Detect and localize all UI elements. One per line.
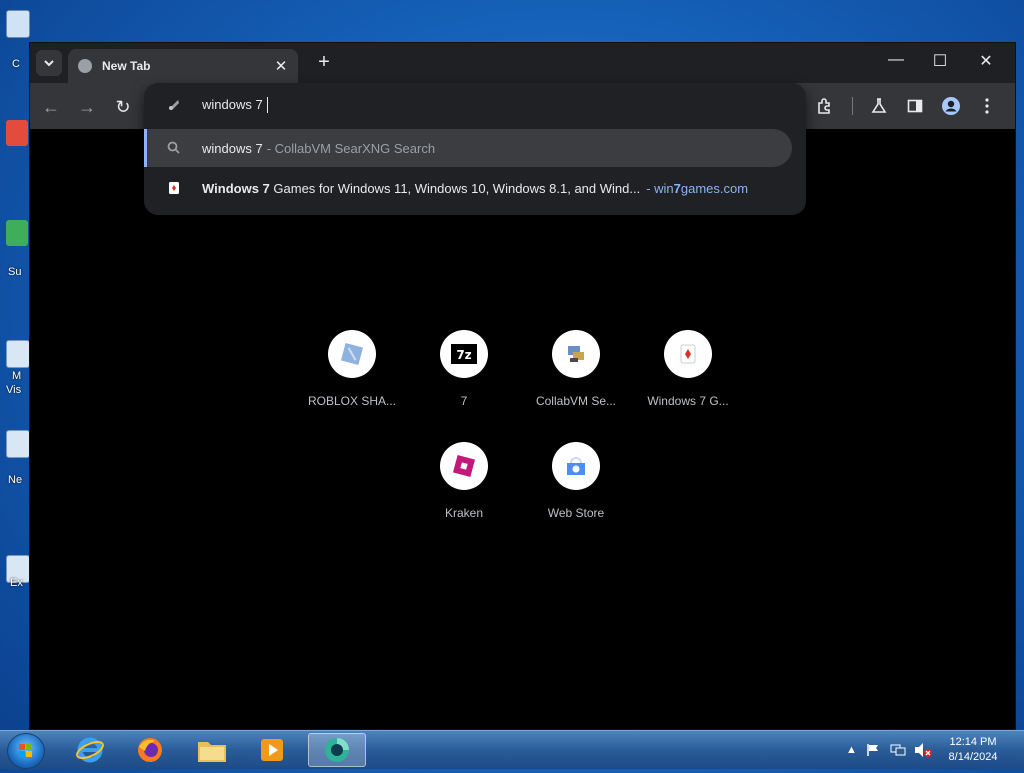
menu-button[interactable] [976, 95, 998, 117]
extensions-button[interactable] [814, 95, 836, 117]
taskbar-chromium[interactable] [308, 733, 366, 767]
tab-search-button[interactable] [36, 50, 62, 76]
shortcut-icon-circle [552, 330, 600, 378]
taskbar-explorer[interactable] [186, 733, 238, 767]
shortcut-collabvm[interactable]: CollabVM Se... [520, 330, 632, 408]
network-icon-glyph [890, 744, 906, 756]
shortcut-kraken[interactable]: Kraken [408, 442, 520, 520]
desktop-icon-computer[interactable]: C [6, 10, 32, 70]
omnibox-dropdown: windows 7 windows 7 - CollabVM SearXNG S… [144, 83, 806, 215]
omnibox-input[interactable]: windows 7 [202, 97, 268, 114]
start-button[interactable] [7, 733, 45, 769]
computer-icon [6, 10, 30, 38]
shortcut-icon-circle: 7z [440, 330, 488, 378]
shortcut-windows7-games[interactable]: Windows 7 G... [632, 330, 744, 408]
clock-time: 12:14 PM [949, 736, 997, 748]
cards-icon [169, 182, 179, 194]
profile-button[interactable] [940, 95, 962, 117]
folder-icon [198, 742, 226, 762]
collabvm-icon [568, 346, 584, 362]
shortcut-icon-circle [664, 330, 712, 378]
search-engine-icon [169, 100, 179, 110]
omnibox-input-row[interactable]: windows 7 [144, 83, 806, 127]
suggestion-title: Games for Windows 11, Windows 10, Window… [273, 180, 641, 196]
title-bar: New Tab ✕ + — ☐ ✕ [30, 43, 1015, 83]
app-icon [6, 340, 30, 368]
tab-new-tab[interactable]: New Tab ✕ [68, 49, 298, 83]
puzzle-icon [818, 98, 830, 114]
roblox-studio-icon [340, 342, 364, 366]
cards-icon [680, 344, 696, 364]
back-button[interactable]: ← [40, 96, 62, 118]
shortcut-icon-circle [552, 442, 600, 490]
reload-button[interactable]: ↻ [112, 96, 134, 118]
search-icon [167, 141, 180, 154]
shortcut-icon-circle [328, 330, 376, 378]
taskbar-internet-explorer[interactable] [64, 733, 116, 767]
flag-icon [867, 744, 878, 756]
browser-app-icon [325, 738, 349, 762]
forward-button[interactable]: → [76, 96, 98, 118]
network-icon[interactable] [890, 731, 906, 769]
shortcut-web-store[interactable]: Web Store [520, 442, 632, 520]
system-clock[interactable]: 12:14 PM 8/14/2024 [938, 735, 1008, 765]
svg-text:7z: 7z [456, 348, 471, 362]
shortcut-7zip[interactable]: 7z 7 [408, 330, 520, 408]
firefox-icon [138, 738, 162, 762]
chevron-down-icon [44, 60, 54, 67]
media-player-icon [261, 739, 283, 761]
taskbar: ▲ 12:14 PM 8/14/2024 [0, 730, 1024, 769]
more-vert-icon [985, 98, 989, 114]
side-panel-button[interactable] [904, 95, 926, 117]
suggestion-url: - win7games.com [646, 180, 749, 196]
shortcut-icon-circle [440, 442, 488, 490]
suggestion-search[interactable]: windows 7 - CollabVM SearXNG Search [144, 129, 792, 167]
7zip-icon: 7z [451, 344, 477, 364]
taskbar-media-player[interactable] [246, 733, 298, 767]
flask-icon [871, 98, 887, 113]
app-icon [6, 220, 28, 246]
maximize-button[interactable]: ☐ [920, 51, 960, 71]
side-panel-icon [907, 99, 923, 113]
internet-explorer-icon [76, 737, 104, 763]
suggestion-title-bold: Windows 7 [202, 180, 270, 196]
shortcut-roblox-sha[interactable]: ROBLOX SHA... [296, 330, 408, 408]
speaker-muted-icon [915, 743, 932, 757]
tab-title: New Tab [102, 59, 151, 73]
volume-icon[interactable] [914, 731, 932, 769]
app-icon [6, 430, 30, 458]
action-center-icon[interactable] [866, 731, 880, 769]
suggestion-query: windows 7 [202, 140, 263, 156]
web-store-icon [567, 457, 585, 475]
toolbar-separator [852, 97, 853, 115]
minimize-button[interactable]: — [876, 51, 916, 69]
avatar-icon [942, 97, 960, 115]
new-tab-button[interactable]: + [312, 51, 336, 74]
app-icon [6, 120, 28, 146]
globe-icon [78, 59, 92, 73]
text-caret [266, 97, 268, 114]
show-hidden-icons-button[interactable]: ▲ [846, 731, 857, 769]
toolbar: ← → ↻ windows 7 windows 7 - CollabVM Sea… [30, 83, 1015, 215]
taskbar-firefox[interactable] [124, 733, 176, 767]
clock-date: 8/14/2024 [948, 751, 998, 763]
roblox-icon [452, 454, 476, 478]
suggestion-suffix: - CollabVM SearXNG Search [266, 140, 436, 156]
labs-button[interactable] [868, 95, 890, 117]
close-window-button[interactable]: ✕ [966, 51, 1006, 71]
suggestion-site[interactable]: Windows 7 Games for Windows 11, Windows … [144, 169, 789, 207]
close-tab-icon[interactable]: ✕ [270, 57, 292, 75]
windows-logo-icon [19, 744, 32, 757]
browser-window: New Tab ✕ + — ☐ ✕ ← → ↻ windows 7 window… [29, 42, 1016, 730]
